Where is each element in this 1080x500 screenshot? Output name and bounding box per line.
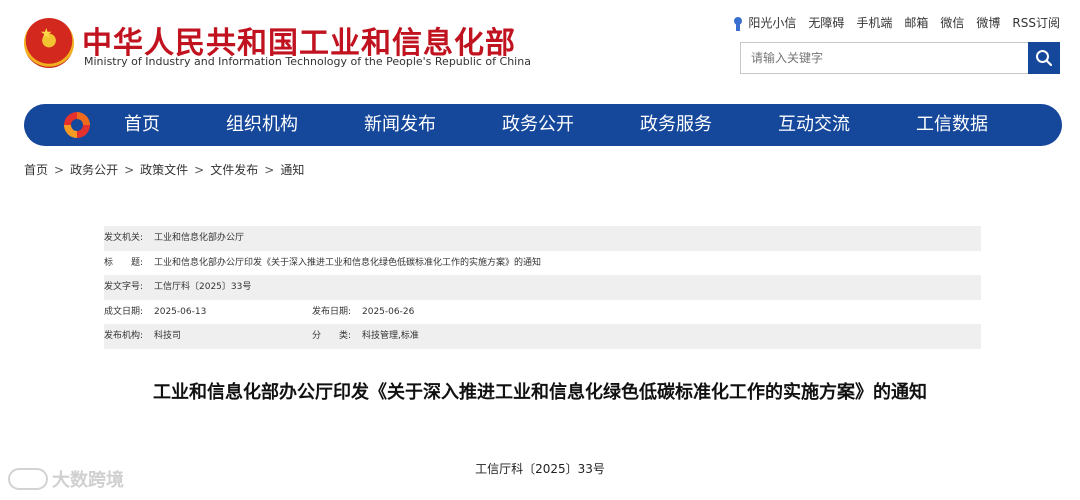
breadcrumb-separator: > — [194, 163, 205, 177]
document-title: 工业和信息化部办公厅印发《关于深入推进工业和信息化绿色低碳标准化工作的实施方案》… — [153, 382, 927, 403]
breadcrumb-home[interactable]: 首页 — [24, 163, 48, 177]
search-box — [740, 42, 1060, 74]
info-row-dates: 成文日期: 2025-06-13 发布日期: 2025-06-26 — [104, 300, 981, 325]
toplink-mailbox[interactable]: 邮箱 — [904, 14, 928, 31]
toplink-wechat[interactable]: 微信 — [940, 14, 964, 31]
document-info-table: 发文机关: 工业和信息化部办公厅 标 题: 工业和信息化部办公厅印发《关于深入推… — [104, 226, 981, 349]
published-date-value: 2025-06-26 — [362, 306, 415, 317]
issuer-value: 工业和信息化部办公厅 — [154, 233, 245, 243]
sunshine-icon — [732, 16, 744, 31]
info-row-org: 发布机构: 科技司 分 类: 科技管理,标准 — [104, 324, 981, 349]
search-button[interactable] — [1028, 42, 1060, 74]
watermark-text: 大数跨境 — [52, 470, 124, 491]
created-date-value: 2025-06-13 — [154, 306, 207, 317]
breadcrumb-notice[interactable]: 通知 — [280, 163, 304, 177]
breadcrumb-policy-files[interactable]: 政策文件 — [140, 163, 188, 177]
info-row-title: 标 题: 工业和信息化部办公厅印发《关于深入推进工业和信息化绿色低碳标准化工作的… — [104, 251, 981, 276]
breadcrumb-separator: > — [124, 163, 135, 177]
org-value: 科技司 — [154, 331, 182, 341]
nav-item-services[interactable]: 政务服务 — [640, 104, 712, 146]
breadcrumb-government-affairs[interactable]: 政务公开 — [70, 163, 118, 177]
toplink-sunshine[interactable]: 阳光小信 — [732, 14, 796, 31]
toplink-weibo[interactable]: 微博 — [976, 14, 1000, 31]
info-row-docno: 发文字号: 工信厅科〔2025〕33号 — [104, 275, 981, 300]
nav-item-organization[interactable]: 组织机构 — [226, 104, 298, 146]
issuer-label: 发文机关: — [104, 233, 144, 243]
top-links: 阳光小信 无障碍 手机端 邮箱 微信 微博 RSS订阅 — [732, 14, 1060, 31]
toplink-accessibility[interactable]: 无障碍 — [808, 14, 844, 31]
breadcrumb-separator: > — [54, 163, 65, 177]
title-label: 标 题: — [104, 257, 144, 268]
main-nav: 首页 组织机构 新闻发布 政务公开 政务服务 互动交流 工信数据 — [24, 104, 1062, 146]
search-input[interactable] — [741, 43, 1027, 73]
category-value: 科技管理,标准 — [362, 331, 419, 341]
breadcrumb: 首页 > 政务公开 > 政策文件 > 文件发布 > 通知 — [24, 161, 304, 178]
docno-label: 发文字号: — [104, 282, 144, 292]
watermark-logo-icon — [8, 468, 48, 490]
nav-item-government-affairs[interactable]: 政务公开 — [502, 104, 574, 146]
docno-value: 工信厅科〔2025〕33号 — [154, 282, 252, 292]
category-label: 分 类: — [312, 331, 352, 341]
search-icon — [1036, 50, 1053, 67]
site-header: 中华人民共和国工业和信息化部 Ministry of Industry and … — [0, 0, 1080, 100]
watermark: 大数跨境 — [8, 466, 124, 492]
document-number: 工信厅科〔2025〕33号 — [475, 462, 605, 476]
toplink-mobile[interactable]: 手机端 — [856, 14, 892, 31]
breadcrumb-file-release[interactable]: 文件发布 — [210, 163, 258, 177]
national-emblem-icon — [24, 18, 74, 68]
toplink-rss[interactable]: RSS订阅 — [1012, 14, 1060, 31]
created-date-label: 成文日期: — [104, 306, 144, 317]
breadcrumb-separator: > — [264, 163, 275, 177]
ministry-logo-icon — [64, 112, 90, 138]
org-label: 发布机构: — [104, 331, 144, 341]
published-date-label: 发布日期: — [312, 306, 352, 317]
nav-item-data[interactable]: 工信数据 — [916, 104, 988, 146]
title-value: 工业和信息化部办公厅印发《关于深入推进工业和信息化绿色低碳标准化工作的实施方案》… — [154, 257, 542, 268]
nav-item-home[interactable]: 首页 — [124, 104, 160, 146]
nav-item-news[interactable]: 新闻发布 — [364, 104, 436, 146]
nav-item-interaction[interactable]: 互动交流 — [778, 104, 850, 146]
info-row-issuer: 发文机关: 工业和信息化部办公厅 — [104, 226, 981, 251]
site-title-english: Ministry of Industry and Information Tec… — [84, 55, 531, 68]
